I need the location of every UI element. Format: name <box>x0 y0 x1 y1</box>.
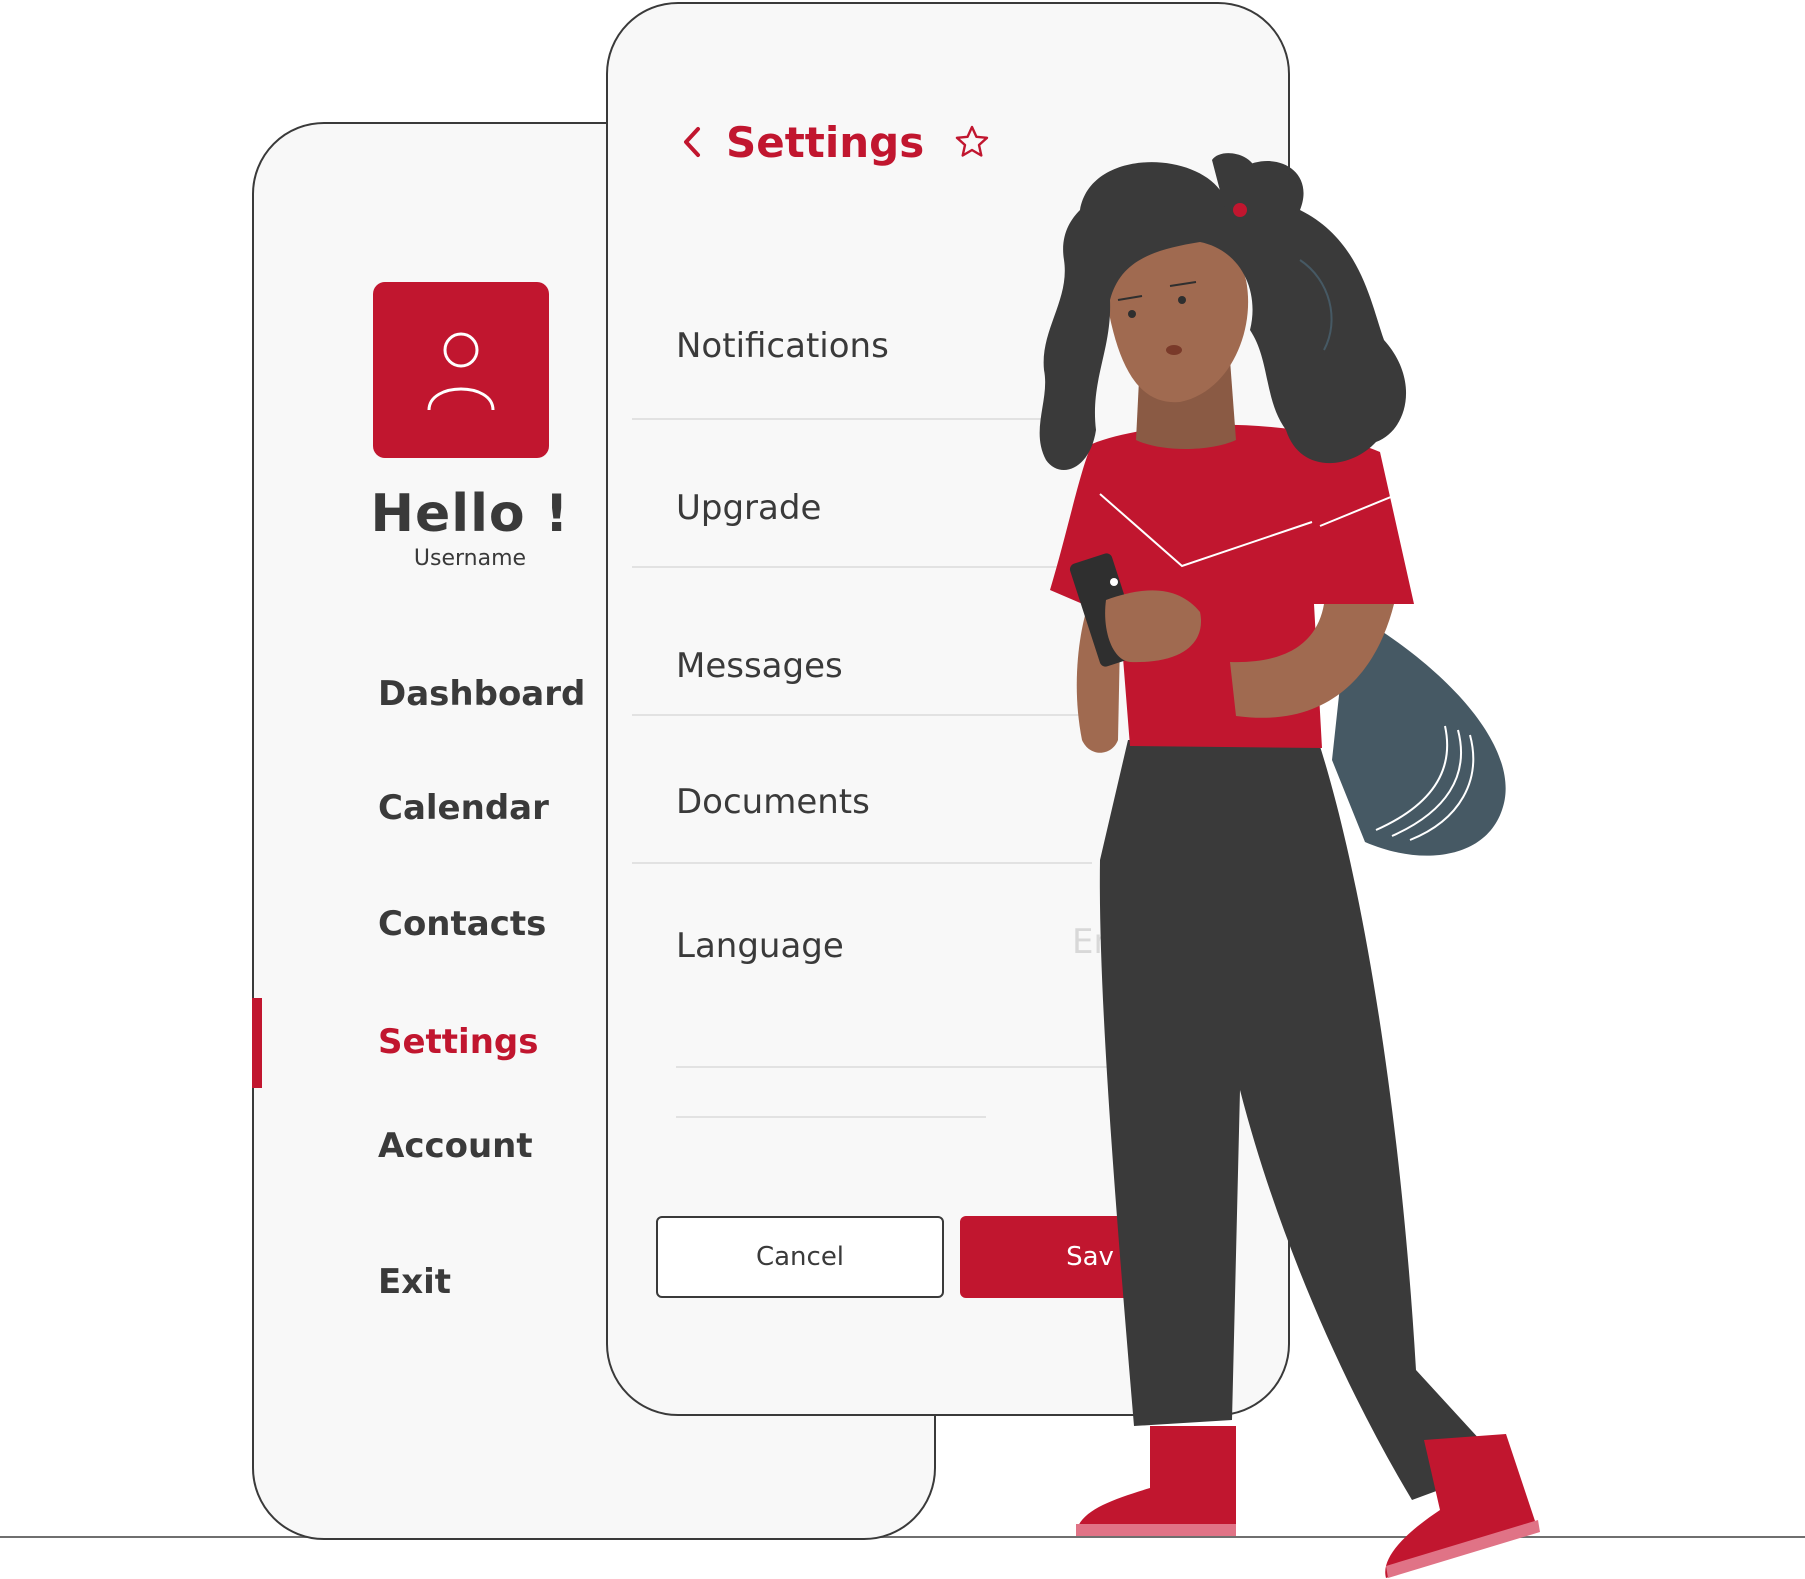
woman-with-phone-illustration <box>1039 153 1540 1578</box>
